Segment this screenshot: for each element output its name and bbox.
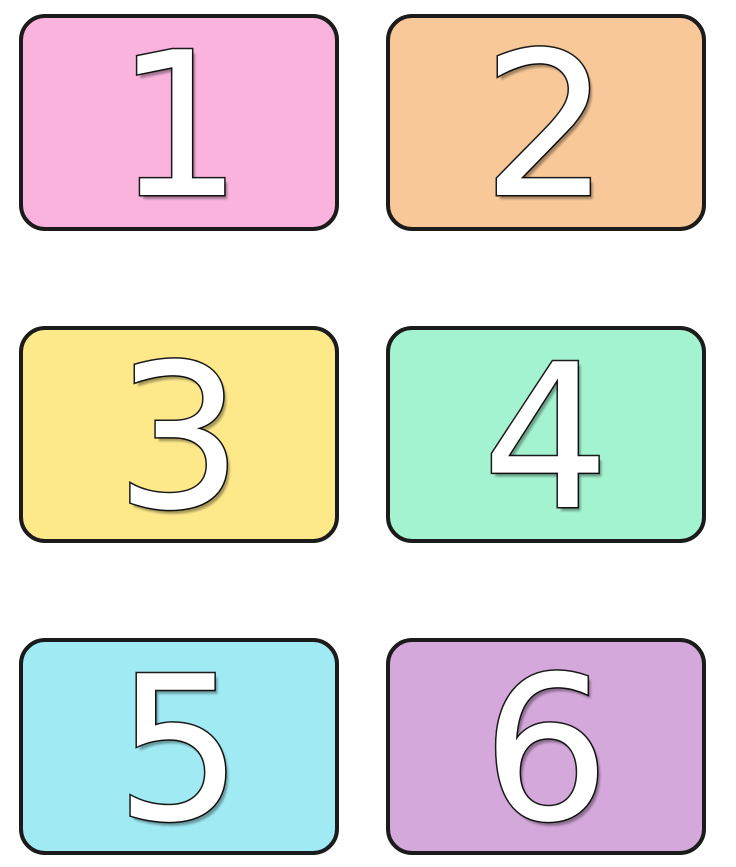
number-label-6: 6: [481, 638, 611, 855]
number-label-5: 5: [114, 638, 244, 855]
number-label-2: 2: [481, 14, 611, 231]
number-card-6: 6: [386, 638, 706, 855]
number-card-5: 5: [19, 638, 339, 855]
number-card-2: 2: [386, 14, 706, 231]
number-label-3: 3: [114, 326, 244, 543]
number-label-1: 1: [114, 14, 244, 231]
number-card-1: 1: [19, 14, 339, 231]
number-card-3: 3: [19, 326, 339, 543]
number-label-4: 4: [481, 326, 611, 543]
number-card-4: 4: [386, 326, 706, 543]
